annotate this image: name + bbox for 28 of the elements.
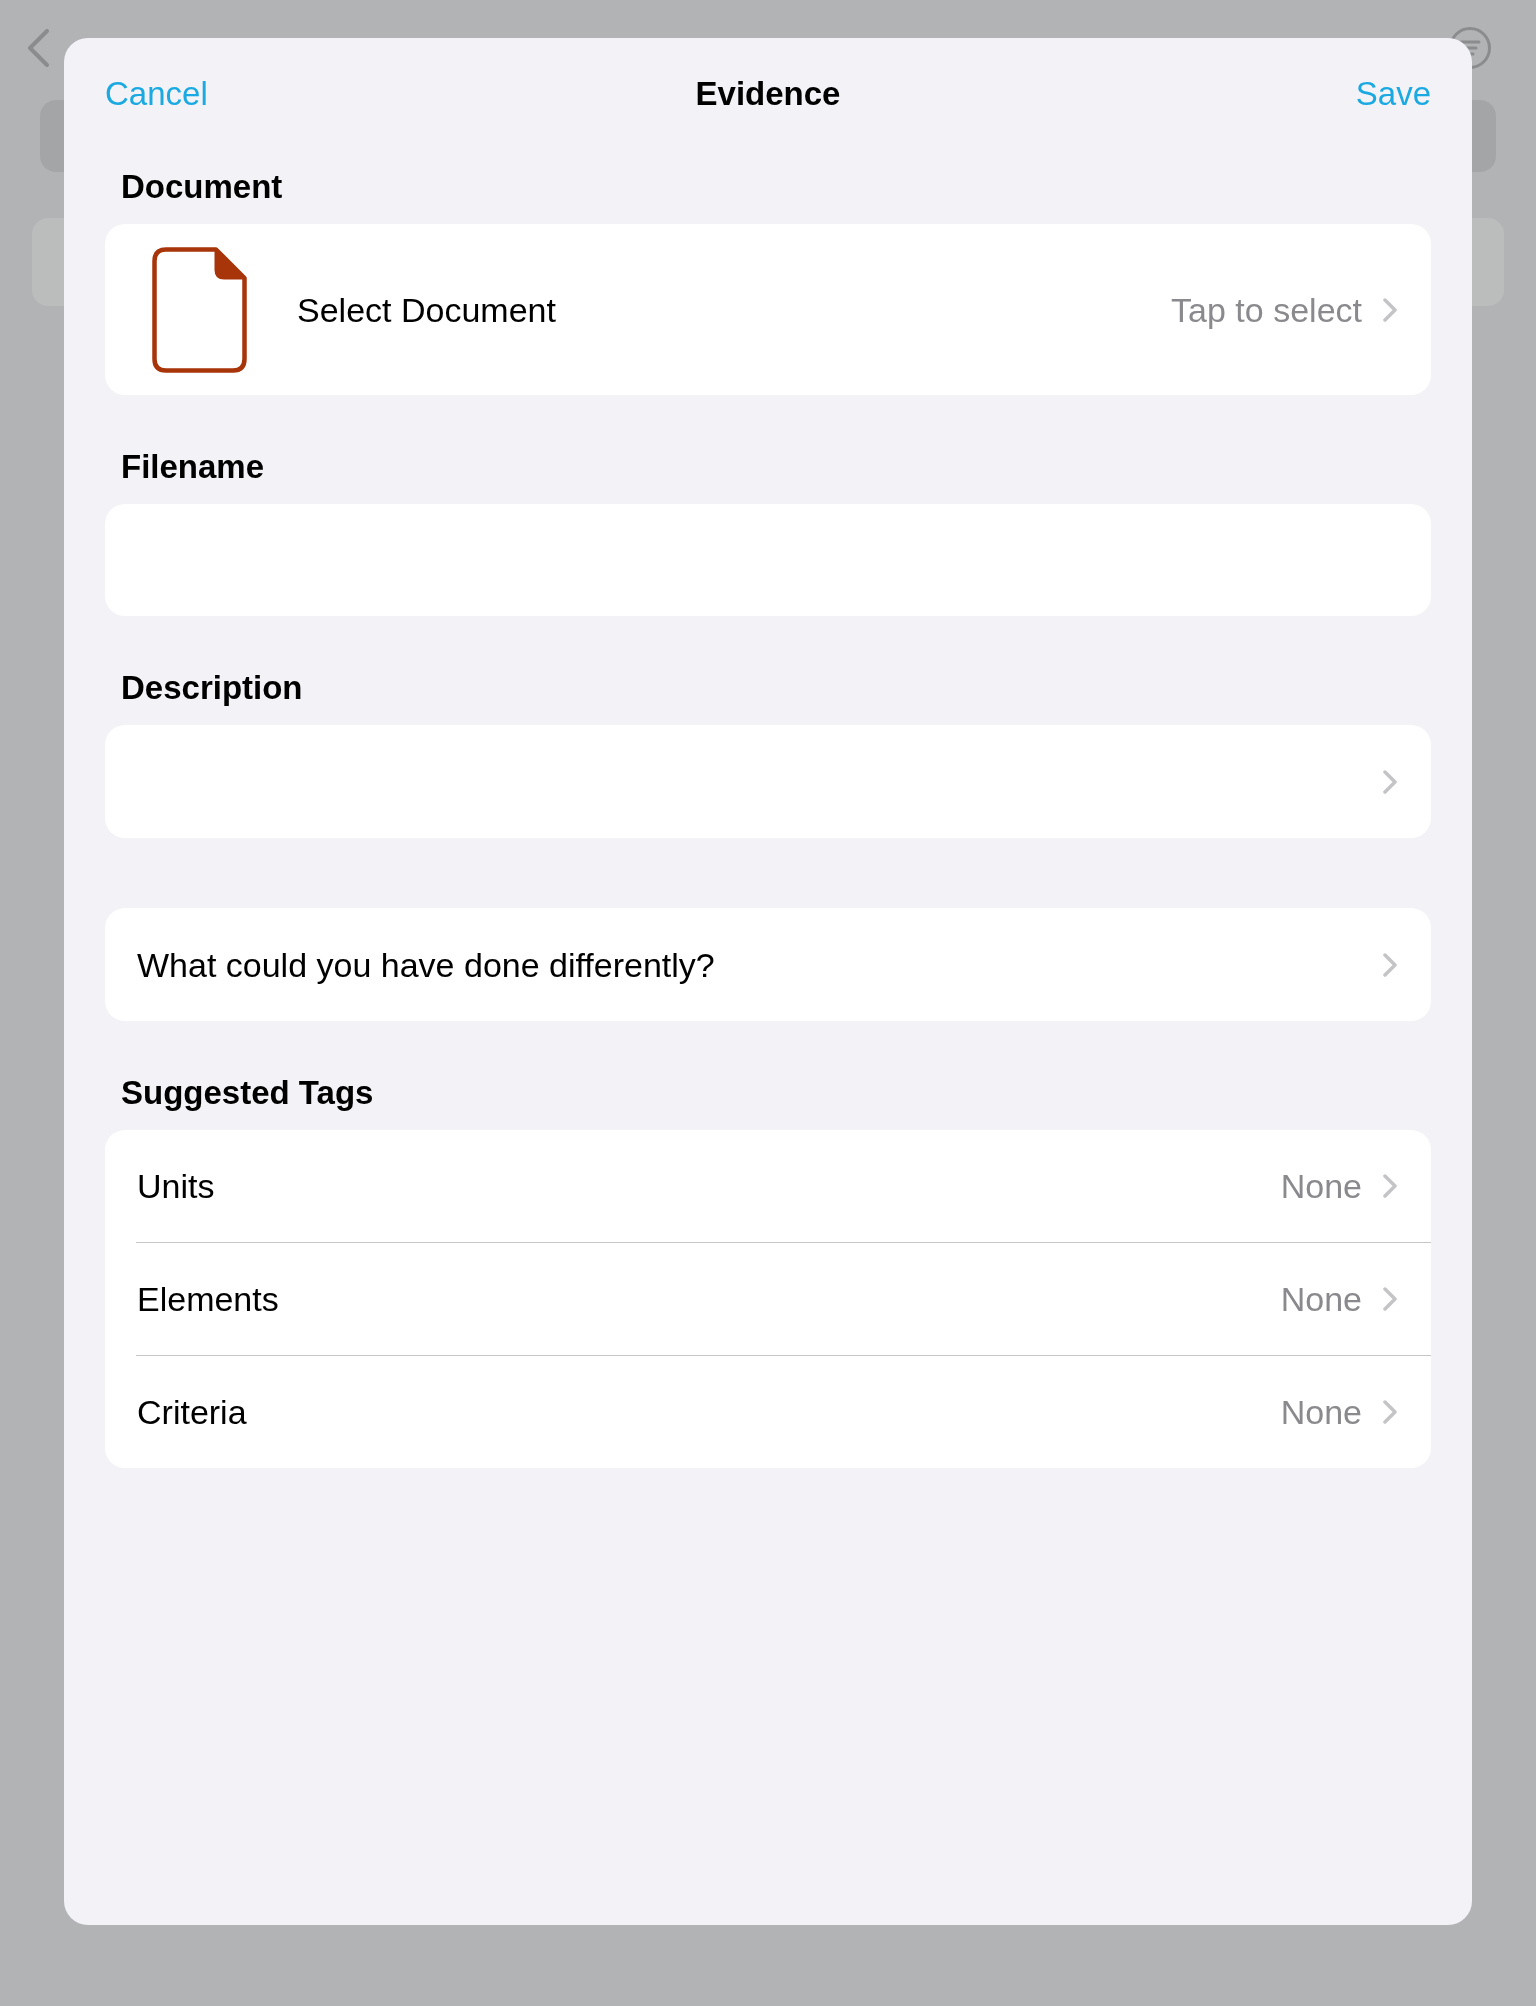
section-header: Description <box>120 668 303 708</box>
chevron-icon <box>1383 297 1397 322</box>
section-header: Suggested Tags <box>120 1073 374 1113</box>
section-header: Document <box>120 167 283 207</box>
tag-row[interactable]: Criteria None <box>105 1356 1431 1468</box>
tag-row[interactable]: Elements None <box>105 1243 1431 1355</box>
tag-value: None <box>1280 1166 1362 1206</box>
back-chevron-icon <box>27 29 49 67</box>
row-label: Select Document <box>297 289 556 330</box>
document-row[interactable]: Select Document Tap to select <box>105 224 1431 395</box>
tag-label: Units <box>137 1166 215 1206</box>
description-field[interactable] <box>105 725 1431 838</box>
tag-row[interactable]: Units None <box>105 1130 1431 1242</box>
tag-value: None <box>1280 1392 1362 1432</box>
chevron-icon <box>1383 952 1397 977</box>
chevron-icon <box>1383 1400 1397 1424</box>
row-value: Tap to select <box>1171 289 1362 330</box>
prompt-row[interactable]: What could you have done differently? <box>105 908 1431 1021</box>
chevron-icon <box>1383 1174 1397 1198</box>
tag-label: Criteria <box>137 1392 247 1432</box>
section-header: Filename <box>120 447 265 487</box>
tag-value: None <box>1280 1279 1362 1319</box>
chevron-icon <box>1383 1287 1397 1311</box>
tag-label: Elements <box>137 1279 279 1319</box>
row-label: What could you have done differently? <box>137 944 715 985</box>
document-icon <box>152 246 247 373</box>
sheet-title: Evidence <box>695 74 841 114</box>
chevron-icon <box>1383 769 1397 794</box>
